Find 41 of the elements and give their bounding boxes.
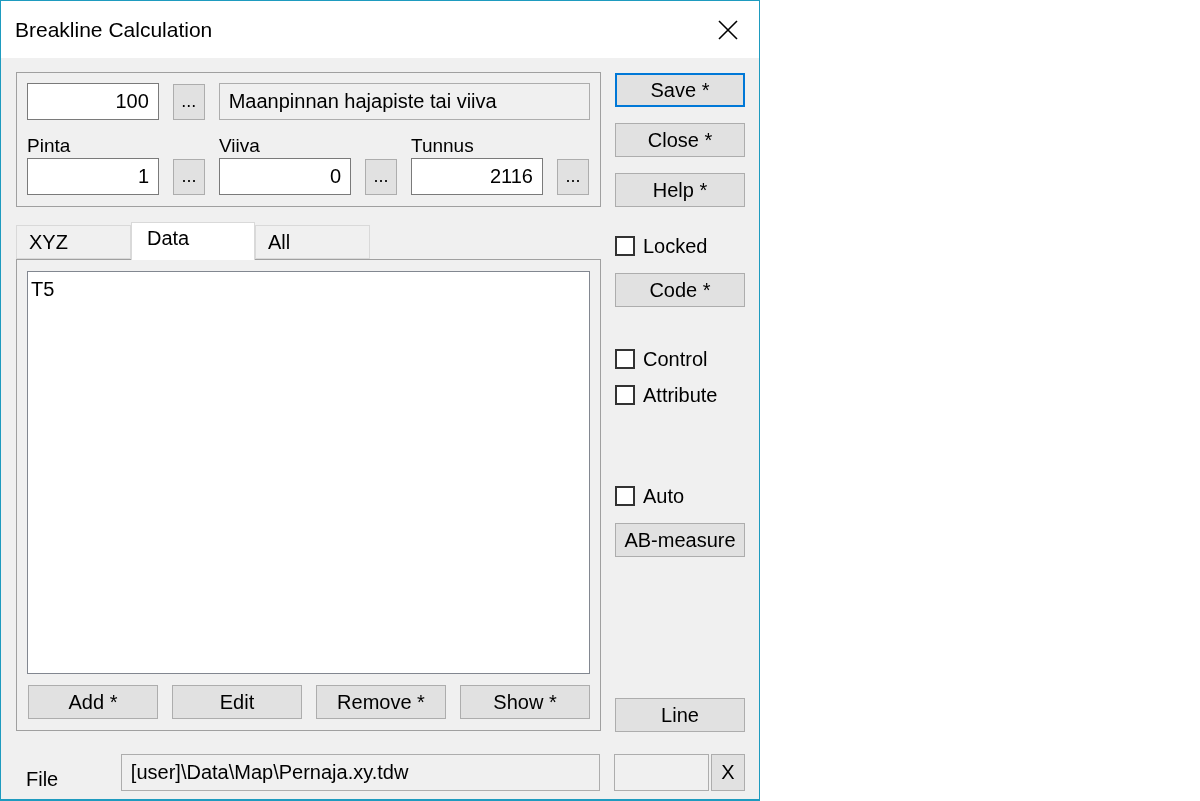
- input-field[interactable]: 0: [219, 158, 351, 195]
- list-action-button[interactable]: Edit: [172, 685, 302, 719]
- browse-button[interactable]: ...: [172, 83, 205, 120]
- list-item[interactable]: T5: [31, 276, 586, 302]
- list-box[interactable]: T5: [27, 271, 590, 674]
- checkbox-label: Locked: [643, 234, 708, 258]
- input-field[interactable]: 1: [27, 158, 159, 195]
- field-label: Tunnus: [411, 134, 475, 158]
- checkbox[interactable]: [615, 349, 635, 369]
- list-action-button[interactable]: Add *: [28, 685, 158, 719]
- field-label: Viiva: [219, 134, 261, 158]
- tab[interactable]: XYZ: [16, 225, 131, 259]
- input-field[interactable]: 2116: [411, 158, 543, 195]
- input-field[interactable]: 100: [27, 83, 159, 120]
- window-title: Breakline Calculation: [15, 17, 213, 42]
- side-button[interactable]: AB-measure: [615, 523, 745, 557]
- list-action-button[interactable]: Show *: [460, 685, 590, 719]
- checkbox-label: Auto: [643, 484, 685, 508]
- browse-button[interactable]: ...: [173, 158, 205, 195]
- checkbox-label: Attribute: [643, 383, 718, 407]
- input-field[interactable]: [614, 754, 710, 791]
- clear-button[interactable]: X: [711, 754, 745, 791]
- side-button[interactable]: Save *: [615, 73, 745, 107]
- tab[interactable]: Data: [131, 222, 255, 260]
- checkbox-label: Control: [643, 347, 708, 371]
- file-path-field: [user]\Data\Map\Pernaja.xy.tdw: [120, 754, 601, 791]
- side-button[interactable]: Code *: [615, 273, 745, 307]
- checkbox[interactable]: [615, 385, 635, 405]
- browse-button[interactable]: ...: [365, 158, 397, 195]
- file-label: File: [25, 768, 60, 791]
- side-button[interactable]: Close *: [615, 123, 745, 157]
- browse-button[interactable]: ...: [557, 158, 589, 195]
- field-label: Pinta: [27, 134, 72, 158]
- side-button[interactable]: Line: [615, 698, 745, 732]
- tab[interactable]: All: [255, 225, 370, 259]
- checkbox[interactable]: [615, 236, 635, 256]
- checkbox[interactable]: [615, 486, 635, 506]
- side-button[interactable]: Help *: [615, 173, 745, 207]
- description-field: Maanpinnan hajapiste tai viiva: [218, 83, 590, 120]
- close-icon: [718, 19, 738, 40]
- list-action-button[interactable]: Remove *: [316, 685, 446, 719]
